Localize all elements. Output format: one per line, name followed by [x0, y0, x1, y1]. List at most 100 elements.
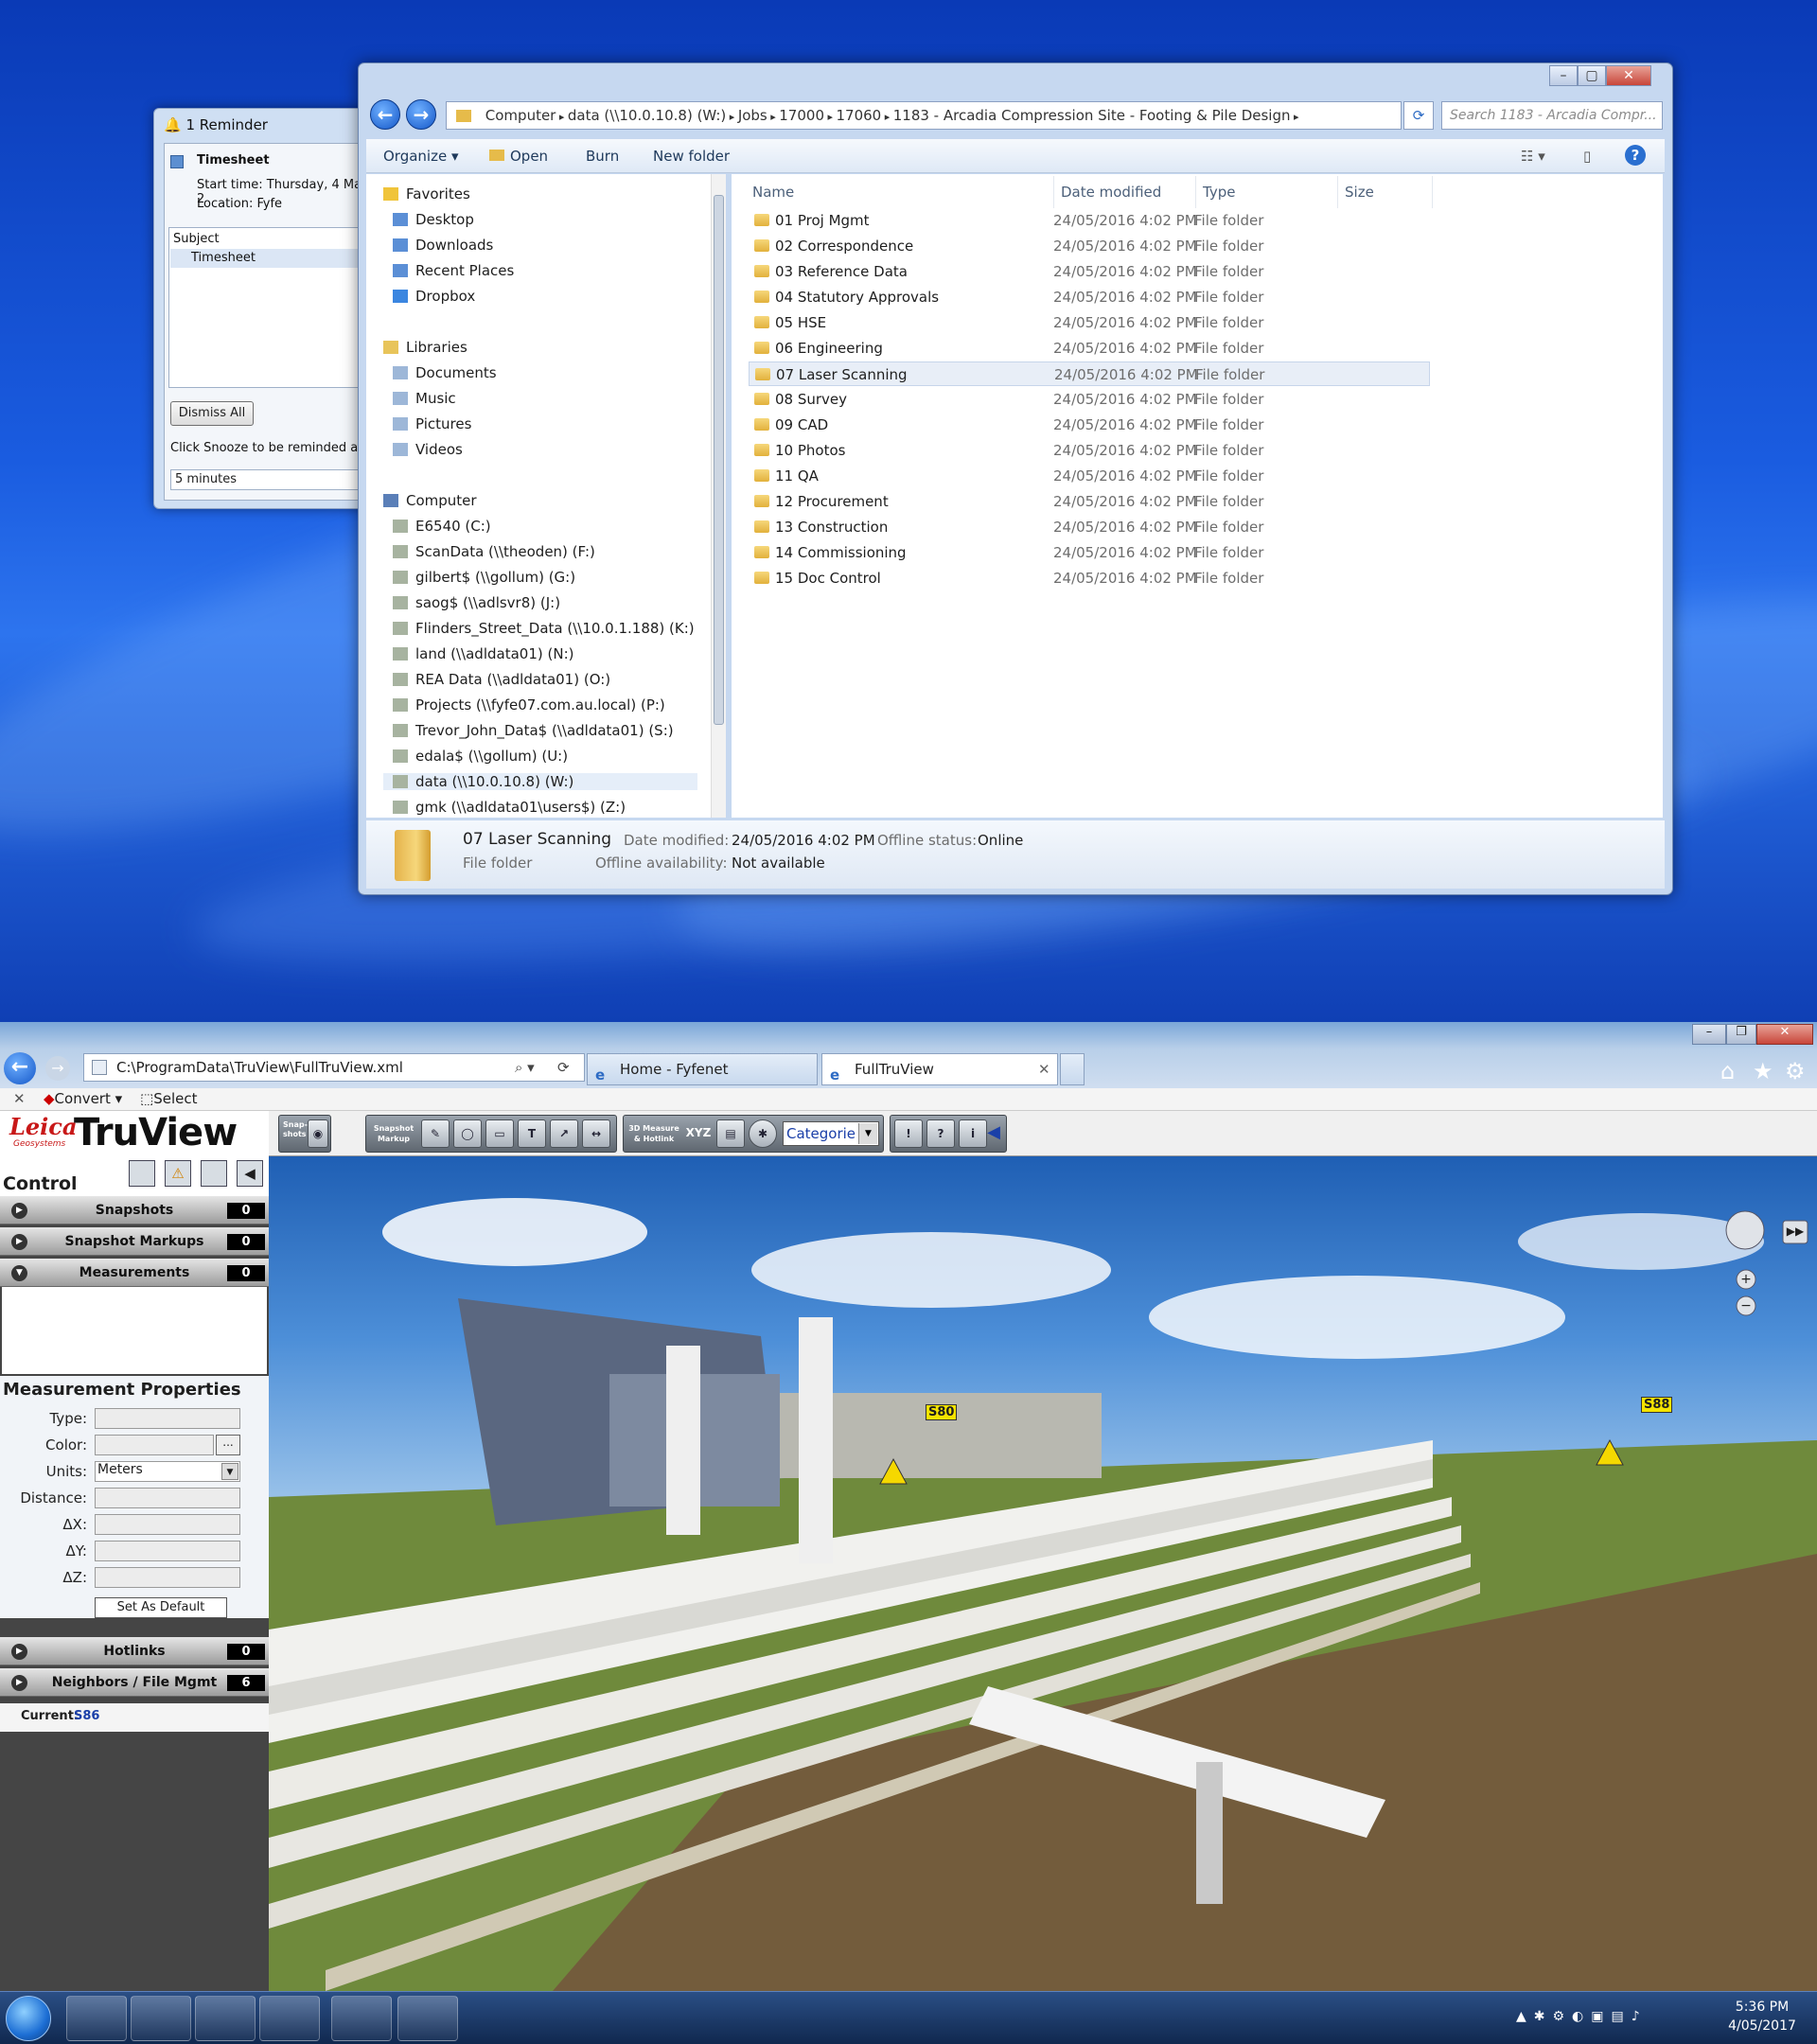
current-value[interactable]: S86 — [74, 1709, 99, 1723]
internet-explorer-icon[interactable] — [66, 1996, 127, 2041]
tab-home-fyfenet[interactable]: e Home - Fyfenet — [587, 1053, 818, 1085]
file-row[interactable]: 04 Statutory Approvals 24/05/2016 4:02 PM… — [749, 285, 1430, 309]
home-view-icon[interactable] — [129, 1160, 155, 1187]
expand-arrow-icon[interactable]: ▶ — [11, 1203, 27, 1219]
nav-favorites[interactable]: Favorites — [383, 185, 470, 203]
dismiss-all-button[interactable]: Dismiss All — [170, 401, 254, 426]
nav-drive-item[interactable]: data (\\10.0.10.8) (W:) — [383, 773, 697, 790]
close-button[interactable]: ✕ — [1756, 1024, 1813, 1045]
category-select[interactable]: Categorie ▼ — [783, 1121, 879, 1146]
chrome-icon[interactable] — [195, 1996, 256, 2041]
dx-field[interactable] — [95, 1514, 240, 1535]
clock-date[interactable]: 4/05/2017 — [1715, 2018, 1809, 2034]
nav-computer[interactable]: Computer — [383, 492, 477, 509]
ruler-icon[interactable]: ▤ — [716, 1119, 745, 1148]
file-row[interactable]: 12 Procurement 24/05/2016 4:02 PM File fol… — [749, 489, 1430, 514]
clock-time[interactable]: 5:36 PM — [1715, 2000, 1809, 2015]
breadcrumb-item[interactable]: Jobs — [738, 107, 767, 124]
breadcrumb-item[interactable]: Computer — [485, 107, 556, 124]
organize-button[interactable]: Organize ▾ — [383, 148, 459, 165]
column-size[interactable]: Size — [1345, 184, 1374, 201]
callout-icon[interactable]: ↗ — [550, 1119, 578, 1148]
file-row[interactable]: 10 Photos 24/05/2016 4:02 PM File folder — [749, 438, 1430, 463]
file-row[interactable]: 08 Survey 24/05/2016 4:02 PM File folder — [749, 387, 1430, 412]
nav-library-item[interactable]: Music — [393, 390, 456, 407]
system-tray-icons[interactable]: ▲✱⚙◐▣▤♪ — [1516, 2009, 1648, 2024]
outlook-icon[interactable] — [131, 1996, 191, 2041]
breadcrumb-separator-icon[interactable]: ▸ — [824, 111, 837, 123]
zoom-out-icon[interactable]: − — [1737, 1296, 1755, 1315]
truview-icon[interactable] — [259, 1996, 320, 2041]
nav-drive-item[interactable]: Trevor_John_Data$ (\\adldata01) (S:) — [393, 722, 674, 739]
nav-drive-item[interactable]: ScanData (\\theoden) (F:) — [393, 543, 595, 560]
nav-drive-item[interactable]: gilbert$ (\\gollum) (G:) — [393, 569, 575, 586]
section-hotlinks[interactable]: ▶ Hotlinks 0 — [0, 1637, 269, 1665]
text-icon[interactable]: T — [518, 1119, 546, 1148]
collapse-panel-icon[interactable]: ◀ — [237, 1160, 263, 1187]
dimension-icon[interactable]: ↔ — [582, 1119, 610, 1148]
file-row[interactable]: 06 Engineering 24/05/2016 4:02 PM File fol… — [749, 336, 1430, 361]
hotlink-icon[interactable]: ✱ — [749, 1119, 777, 1148]
pan-control-icon[interactable] — [1726, 1211, 1764, 1249]
forward-icon[interactable]: → — [406, 99, 436, 130]
breadcrumb-item[interactable]: 17060 — [837, 107, 882, 124]
breadcrumb-separator-icon[interactable]: ▸ — [1291, 111, 1299, 123]
nav-drive-item[interactable]: Projects (\\fyfe07.com.au.local) (P:) — [393, 696, 665, 714]
minimize-button[interactable]: – — [1692, 1024, 1726, 1045]
convert-menu[interactable]: ◆Convert ▾ — [44, 1090, 122, 1107]
refresh-icon[interactable]: ⟳ — [557, 1054, 570, 1081]
maximize-button[interactable]: ▢ — [1578, 65, 1606, 86]
rectangle-icon[interactable]: ▭ — [485, 1119, 514, 1148]
back-icon[interactable]: ← — [370, 99, 400, 130]
scan-marker-s88[interactable]: S88 — [1641, 1397, 1673, 1413]
file-row[interactable]: 13 Construction 24/05/2016 4:02 PM File fo… — [749, 515, 1430, 539]
file-row[interactable]: 11 QA 24/05/2016 4:02 PM File folder — [749, 464, 1430, 488]
section-snapshots[interactable]: ▶ Snapshots 0 — [0, 1196, 269, 1225]
file-explorer-icon[interactable] — [331, 1996, 392, 2041]
view-options-icon[interactable]: ☷ ▾ — [1521, 148, 1545, 165]
breadcrumb-separator-icon[interactable]: ▸ — [767, 111, 780, 123]
burn-button[interactable]: Burn — [586, 148, 619, 165]
units-select[interactable]: Meters ▼ — [95, 1461, 240, 1482]
nav-favorite-item[interactable]: Dropbox — [393, 288, 475, 305]
file-row[interactable]: 15 Doc Control 24/05/2016 4:02 PM File fol… — [749, 566, 1430, 590]
file-row[interactable]: 03 Reference Data 24/05/2016 4:02 PM File … — [749, 259, 1430, 284]
help-icon[interactable]: ? — [1625, 145, 1646, 166]
collapse-arrow-icon[interactable]: ▼ — [11, 1265, 27, 1281]
nav-drive-item[interactable]: E6540 (C:) — [393, 518, 491, 535]
tab-fulltruview[interactable]: e FullTruView ✕ — [821, 1053, 1058, 1085]
back-arrow-icon[interactable]: ◀ — [983, 1119, 1004, 1148]
set-as-default-button[interactable]: Set As Default — [95, 1597, 227, 1618]
nav-drive-item[interactable]: Flinders_Street_Data (\\10.0.1.188) (K:) — [393, 620, 695, 637]
panorama-view[interactable]: S80 S88 + − ▶▶ — [269, 1156, 1817, 1991]
section-neighbors-file-mgmt[interactable]: ▶ Neighbors / File Mgmt 6 — [0, 1668, 269, 1697]
distance-field[interactable] — [95, 1488, 240, 1508]
nav-scroll-thumb[interactable] — [714, 195, 724, 725]
nav-favorite-item[interactable]: Recent Places — [393, 262, 514, 279]
xyz-button[interactable]: XYZ — [684, 1119, 713, 1148]
ellipse-icon[interactable]: ◯ — [453, 1119, 482, 1148]
info-icon[interactable]: ! — [894, 1119, 923, 1148]
column-type[interactable]: Type — [1203, 184, 1235, 201]
close-icon[interactable]: ✕ — [13, 1090, 26, 1107]
expand-icon[interactable]: ▶▶ — [1783, 1221, 1808, 1243]
column-date-modified[interactable]: Date modified — [1061, 184, 1161, 201]
close-tab-icon[interactable]: ✕ — [1038, 1054, 1050, 1084]
refresh-icon[interactable]: ⟳ — [1403, 101, 1434, 130]
color-field[interactable] — [95, 1435, 214, 1455]
pencil-icon[interactable]: ✎ — [421, 1119, 450, 1148]
warning-icon[interactable]: ⚠ — [165, 1160, 191, 1187]
dy-field[interactable] — [95, 1541, 240, 1561]
file-row[interactable]: 01 Proj Mgmt 24/05/2016 4:02 PM File folde… — [749, 208, 1430, 233]
file-row[interactable]: 09 CAD 24/05/2016 4:02 PM File folder — [749, 413, 1430, 437]
section-measurements[interactable]: ▼ Measurements 0 — [0, 1259, 269, 1287]
nav-drive-item[interactable]: saog$ (\\adlsvr8) (J:) — [393, 594, 560, 611]
camera-icon[interactable]: ◉ — [308, 1119, 328, 1148]
column-subject[interactable]: Subject — [173, 232, 220, 246]
expand-arrow-icon[interactable]: ▶ — [11, 1234, 27, 1250]
nav-library-item[interactable]: Documents — [393, 364, 497, 381]
breadcrumb-separator-icon[interactable]: ▸ — [556, 111, 568, 123]
breadcrumb-separator-icon[interactable]: ▸ — [726, 111, 738, 123]
new-tab-button[interactable] — [1060, 1053, 1085, 1085]
settings-gear-icon[interactable]: ⚙ — [1785, 1058, 1806, 1084]
